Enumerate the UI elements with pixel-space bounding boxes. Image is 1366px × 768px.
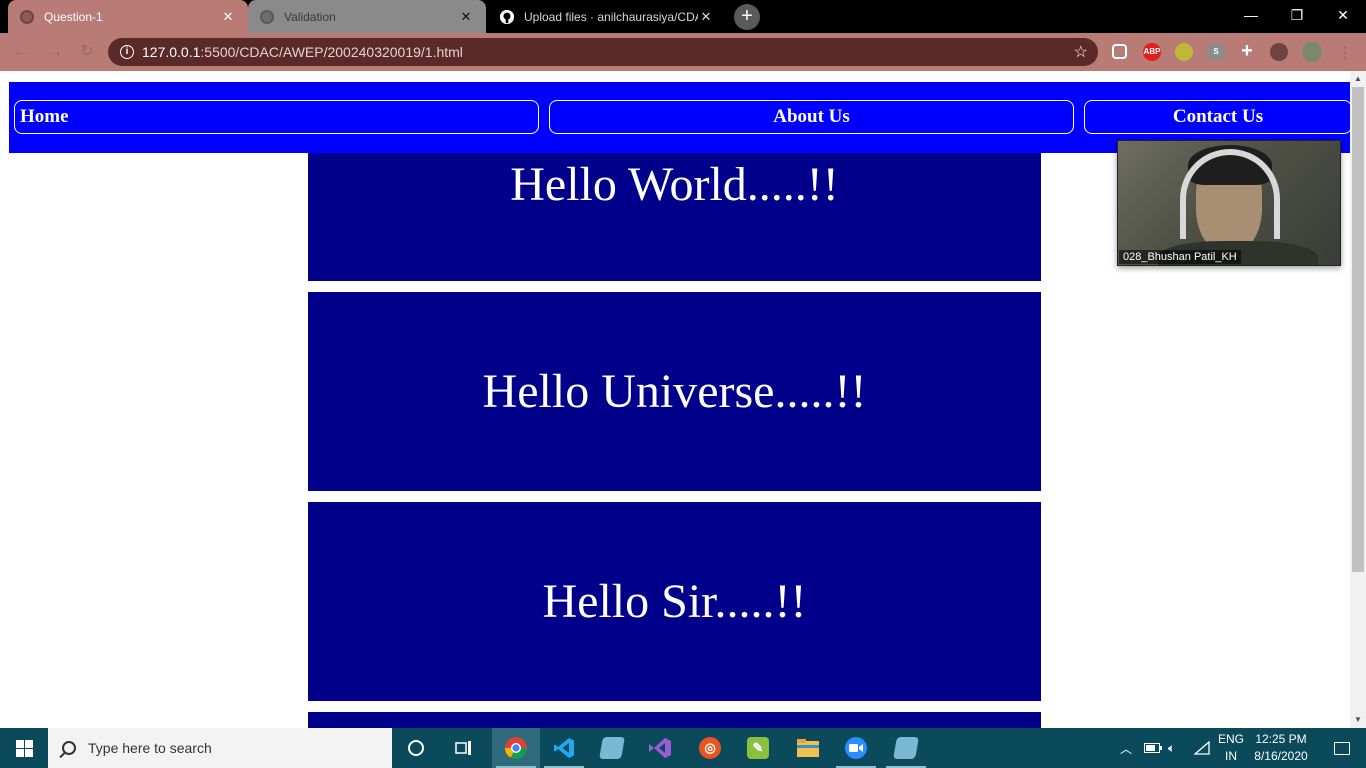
windows-taskbar: Type here to search ◎ ✎ ︿ 🔈︎ ENG IN 12:2… — [0, 728, 1366, 768]
wifi-icon[interactable] — [1194, 728, 1210, 768]
card-text: Hello World.....!! — [510, 158, 839, 211]
card-text: Hello Universe.....!! — [482, 365, 867, 418]
globe-icon — [20, 9, 34, 24]
browser-toolbar: ← → ↻ i 127.0.0.1:5500/CDAC/AWEP/2002403… — [0, 33, 1366, 71]
github-icon — [500, 9, 514, 24]
url-host: 127.0.0.1 — [142, 44, 201, 60]
windows-logo-icon — [15, 739, 33, 757]
start-button[interactable] — [0, 728, 48, 768]
headset-graphic — [1180, 149, 1280, 239]
nav-contact-link[interactable]: Contact Us — [1084, 100, 1350, 134]
tab-title: Upload files · anilchaurasiya/CDA — [524, 9, 698, 24]
tab-upload-files[interactable]: Upload files · anilchaurasiya/CDA ✕ — [488, 0, 726, 33]
volume-icon[interactable]: 🔈︎ — [1168, 728, 1175, 768]
close-icon[interactable]: ✕ — [220, 9, 236, 25]
action-center-icon[interactable] — [1318, 728, 1366, 768]
address-bar[interactable]: i 127.0.0.1:5500/CDAC/AWEP/200240320019/… — [108, 38, 1098, 66]
system-clock[interactable]: 12:25 PM 8/16/2020 — [1252, 731, 1310, 765]
hello-universe-card: Hello Universe.....!! — [308, 292, 1041, 491]
participant-name: 028_Bhushan Patil_KH — [1119, 250, 1241, 264]
ubuntu-taskbar-icon[interactable]: ◎ — [686, 728, 734, 768]
tab-title: Question-1 — [44, 9, 103, 24]
scroll-down-arrow-icon[interactable]: ▼ — [1350, 712, 1366, 728]
chrome-taskbar-icon[interactable] — [492, 728, 540, 768]
show-hidden-icons-chevron[interactable]: ︿ — [1120, 728, 1132, 768]
globe-icon — [260, 9, 274, 24]
vscode-taskbar-icon[interactable] — [540, 728, 588, 768]
nav-about-link[interactable]: About Us — [549, 100, 1074, 134]
browser-tab-strip: Question-1 ✕ Validation ✕ Upload files ·… — [0, 0, 1366, 33]
notepad-2-taskbar-icon[interactable] — [882, 728, 930, 768]
language-code: ENG — [1217, 732, 1244, 746]
region-code: IN — [1225, 749, 1237, 763]
next-card-partial — [308, 712, 1041, 728]
url-text: 127.0.0.1:5500/CDAC/AWEP/200240320019/1.… — [142, 44, 463, 60]
tab-title: Validation — [284, 9, 336, 24]
minimize-button[interactable]: — — [1228, 0, 1274, 30]
restore-button[interactable]: ❐ — [1274, 0, 1320, 30]
battery-icon[interactable] — [1144, 728, 1162, 768]
zoom-taskbar-icon[interactable] — [832, 728, 880, 768]
extension-green-icon[interactable] — [1175, 43, 1193, 61]
new-tab-button[interactable]: + — [734, 4, 760, 30]
page-scrollbar[interactable]: ▲ ▼ — [1350, 71, 1366, 728]
close-icon[interactable]: ✕ — [698, 9, 714, 25]
input-language-indicator[interactable]: ENG IN — [1216, 731, 1246, 765]
plus-icon[interactable]: + — [1238, 41, 1256, 61]
taskbar-search-box[interactable]: Type here to search — [48, 728, 392, 768]
cortana-icon[interactable] — [392, 728, 440, 768]
reading-list-icon[interactable] — [1112, 44, 1127, 59]
adblock-icon[interactable]: ABP — [1143, 43, 1161, 61]
profile-avatar-icon[interactable] — [1302, 42, 1322, 62]
menu-kebab-icon[interactable]: ⋮ — [1336, 43, 1354, 61]
scroll-up-arrow-icon[interactable]: ▲ — [1350, 71, 1366, 87]
forward-arrow-icon[interactable]: → — [44, 41, 66, 63]
visual-studio-taskbar-icon[interactable] — [636, 728, 684, 768]
back-arrow-icon[interactable]: ← — [10, 41, 32, 63]
bookmark-star-icon[interactable]: ☆ — [1074, 42, 1088, 62]
extension-s-icon[interactable]: S — [1207, 43, 1225, 61]
tab-question-1[interactable]: Question-1 ✕ — [8, 0, 248, 33]
notepad-plus-plus-taskbar-icon[interactable]: ✎ — [734, 728, 782, 768]
nav-home-link[interactable]: Home — [14, 100, 539, 134]
notepad-taskbar-icon[interactable] — [588, 728, 636, 768]
window-close-button[interactable]: ✕ — [1320, 0, 1366, 30]
close-icon[interactable]: ✕ — [458, 9, 474, 25]
video-call-thumbnail[interactable]: 028_Bhushan Patil_KH — [1117, 140, 1341, 266]
card-text: Hello Sir.....!! — [542, 575, 807, 628]
hello-sir-card: Hello Sir.....!! — [308, 502, 1041, 701]
hello-world-card: Hello World.....!! — [308, 153, 1041, 281]
tab-validation[interactable]: Validation ✕ — [248, 0, 486, 33]
clock-time: 12:25 PM — [1255, 732, 1307, 746]
reload-icon[interactable]: ↻ — [76, 41, 98, 63]
search-placeholder: Type here to search — [88, 740, 212, 756]
scroll-thumb[interactable] — [1352, 87, 1364, 572]
file-explorer-taskbar-icon[interactable] — [784, 728, 832, 768]
task-view-icon[interactable] — [440, 728, 488, 768]
extensions-puzzle-icon[interactable] — [1270, 43, 1288, 61]
url-path: :5500/CDAC/AWEP/200240320019/1.html — [200, 44, 463, 60]
info-icon[interactable]: i — [120, 45, 134, 59]
clock-date: 8/16/2020 — [1254, 749, 1308, 763]
search-icon — [62, 741, 76, 755]
